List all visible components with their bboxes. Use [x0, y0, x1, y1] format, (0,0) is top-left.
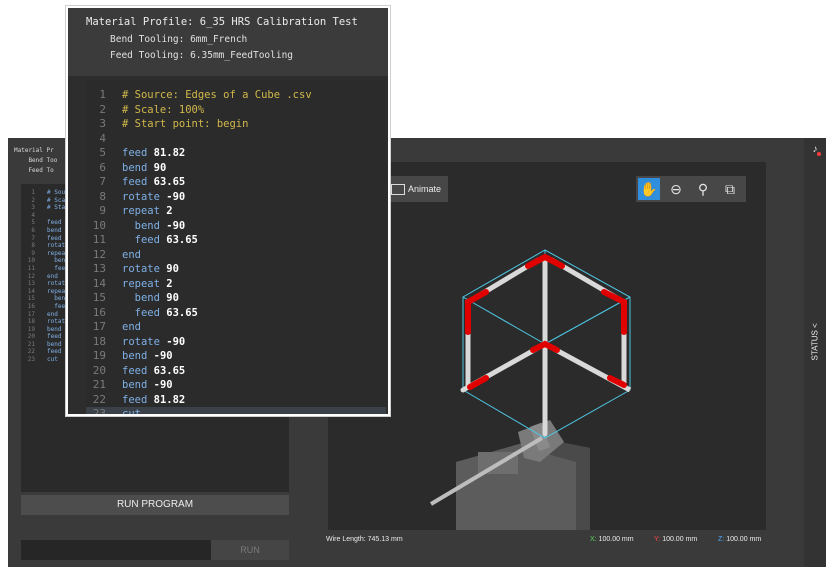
line-number: 4 — [99, 131, 106, 145]
code-line: rotate -90 — [122, 335, 186, 348]
x-value: 100.00 mm — [598, 536, 634, 543]
zoom-icon[interactable]: ⚲ — [692, 178, 714, 200]
line-number: 2 — [99, 102, 106, 116]
status-label: STATUS — [810, 330, 820, 361]
code-line: # Start point: begin — [122, 118, 249, 130]
line-number: 12 — [92, 247, 106, 261]
code-line: bend -90 — [122, 219, 186, 232]
line-number: 8 — [99, 189, 106, 203]
material-profile: Material Profile: 6_35 HRS Calibration T… — [86, 16, 358, 28]
run-button[interactable]: RUN — [211, 540, 289, 560]
line-number: 10 — [92, 218, 106, 232]
code-line: bend 90 — [122, 161, 167, 174]
code-line: repeat 2 — [122, 277, 173, 290]
code-line: # Scale: 100% — [122, 103, 205, 116]
code-line: bend -90 — [122, 350, 173, 362]
coord-y: Y: 100.00 mm — [654, 530, 697, 550]
profile-header-zoomed: Material Profile: 6_35 HRS Calibration T… — [68, 8, 388, 76]
line-number: 22 — [92, 392, 106, 406]
z-value: 100.00 mm — [726, 536, 762, 543]
profile-header: Material Pr Bend Too Feed To — [14, 147, 58, 174]
code-line: repeat 2 — [122, 205, 173, 217]
view-toolbar: ✋ ⊖ ⚲ ⧉ — [636, 176, 746, 202]
chart-icon — [391, 184, 405, 195]
orbit-icon[interactable]: ⊖ — [665, 178, 687, 200]
feed-tooling: Feed Tooling: 6.35mm_FeedTooling — [110, 50, 294, 61]
line-number: 17 — [92, 320, 106, 333]
code-line: feed 63.65 — [122, 176, 186, 188]
y-value: 100.00 mm — [662, 536, 698, 543]
scene-render — [429, 249, 632, 530]
code-line: feed 63.65 — [122, 364, 186, 377]
line-number: 14 — [92, 276, 106, 290]
line-number: 19 — [92, 349, 106, 362]
bend-tooling: Bend Tooling: 6mm_French — [110, 34, 248, 45]
alert-dot — [817, 152, 821, 156]
code-line: cut — [122, 408, 141, 416]
code-line: bend 90 — [122, 292, 179, 304]
line-number: 16 — [92, 305, 106, 319]
run-program-button[interactable]: RUN PROGRAM — [21, 495, 289, 515]
line-number: 9 — [99, 204, 106, 217]
line-number: 3 — [99, 117, 106, 130]
line-numbers: 1 2 3 4 5 6 7 8 9 10 11 12 13 14 15 16 1… — [27, 189, 35, 364]
line-number: 20 — [92, 363, 106, 377]
code-line: feed 81.82 — [122, 147, 186, 159]
x-label: X: — [590, 536, 597, 543]
coord-x: X: 100.00 mm — [590, 530, 634, 550]
line-number: 7 — [99, 175, 106, 188]
cube-icon[interactable]: ⧉ — [719, 178, 741, 200]
wire-length: Wire Length: 745.13 mm — [326, 536, 403, 543]
line-number: 15 — [92, 291, 106, 304]
code-line: feed 63.65 — [122, 234, 198, 246]
hand-icon[interactable]: ✋ — [638, 178, 660, 200]
status-sidebar[interactable]: ♪ STATUS < — [804, 138, 826, 567]
code-editor-zoomed[interactable]: 1 # Source: Edges of a Cube .csv 2 # Scale:… — [86, 80, 386, 414]
line-number: 1 — [99, 88, 106, 101]
line-number: 11 — [92, 233, 106, 246]
status-toggle[interactable]: STATUS < — [811, 323, 820, 360]
line-number: 18 — [92, 334, 106, 348]
status-bar: Wire Length: 745.13 mm X: 100.00 mm Y: 1… — [318, 530, 788, 550]
line-number: 23 — [92, 407, 106, 416]
coord-z: Z: 100.00 mm — [718, 530, 761, 550]
y-label: Y: — [654, 536, 661, 543]
code-line: end — [122, 321, 141, 333]
code-line: bend -90 — [122, 379, 173, 391]
code-line: rotate -90 — [122, 190, 186, 203]
zoomed-editor-callout: Material Profile: 6_35 HRS Calibration T… — [66, 6, 390, 416]
code-line: # Source: Edges of a Cube .csv — [122, 89, 312, 101]
animate-label: Animate — [408, 184, 442, 194]
line-number: 13 — [92, 262, 106, 275]
code-line: rotate 90 — [122, 263, 179, 275]
animate-button[interactable]: Animate — [384, 176, 448, 202]
command-input[interactable] — [21, 540, 211, 560]
line-number: 21 — [92, 378, 106, 391]
chevron-left-icon: < — [810, 323, 820, 328]
3d-viewport[interactable]: Animate ✋ ⊖ ⚲ ⧉ — [328, 162, 766, 530]
code-line: feed 81.82 — [122, 393, 186, 406]
line-number: 5 — [99, 146, 106, 159]
bell-icon[interactable]: ♪ — [809, 144, 821, 156]
code-line: end — [122, 248, 141, 261]
line-number: 6 — [99, 160, 106, 174]
z-label: Z: — [718, 536, 725, 543]
code-line: feed 63.65 — [122, 306, 198, 319]
